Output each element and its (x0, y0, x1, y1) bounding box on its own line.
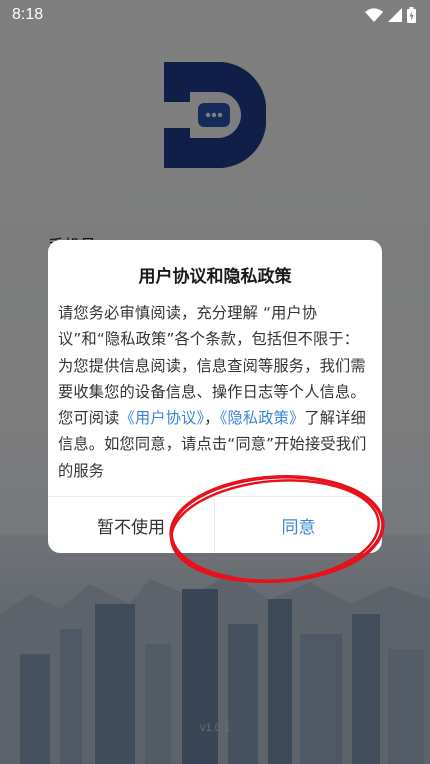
dialog-body-separator: ， (204, 409, 220, 428)
privacy-dialog: 用户协议和隐私政策 请您务必审慎阅读，充分理解 “用户协议”和“隐私政策”各个条… (48, 240, 382, 553)
signal-icon (388, 8, 402, 22)
battery-icon (407, 7, 416, 23)
dialog-title: 用户协议和隐私政策 (138, 267, 292, 287)
accept-button[interactable]: 同意 (215, 497, 382, 553)
status-icons (365, 7, 416, 23)
decline-button[interactable]: 暂不使用 (48, 497, 214, 553)
privacy-policy-link[interactable]: 《隐私政策》 (220, 409, 305, 427)
wifi-icon (365, 8, 383, 22)
dialog-body: 请您务必审慎阅读，充分理解 “用户协议”和“隐私政策”各个条款，包括但不限于：为… (58, 300, 374, 484)
user-agreement-link[interactable]: 《用户协议》 (120, 409, 205, 427)
status-bar: 8:18 (0, 0, 430, 30)
status-time: 8:18 (12, 6, 44, 23)
